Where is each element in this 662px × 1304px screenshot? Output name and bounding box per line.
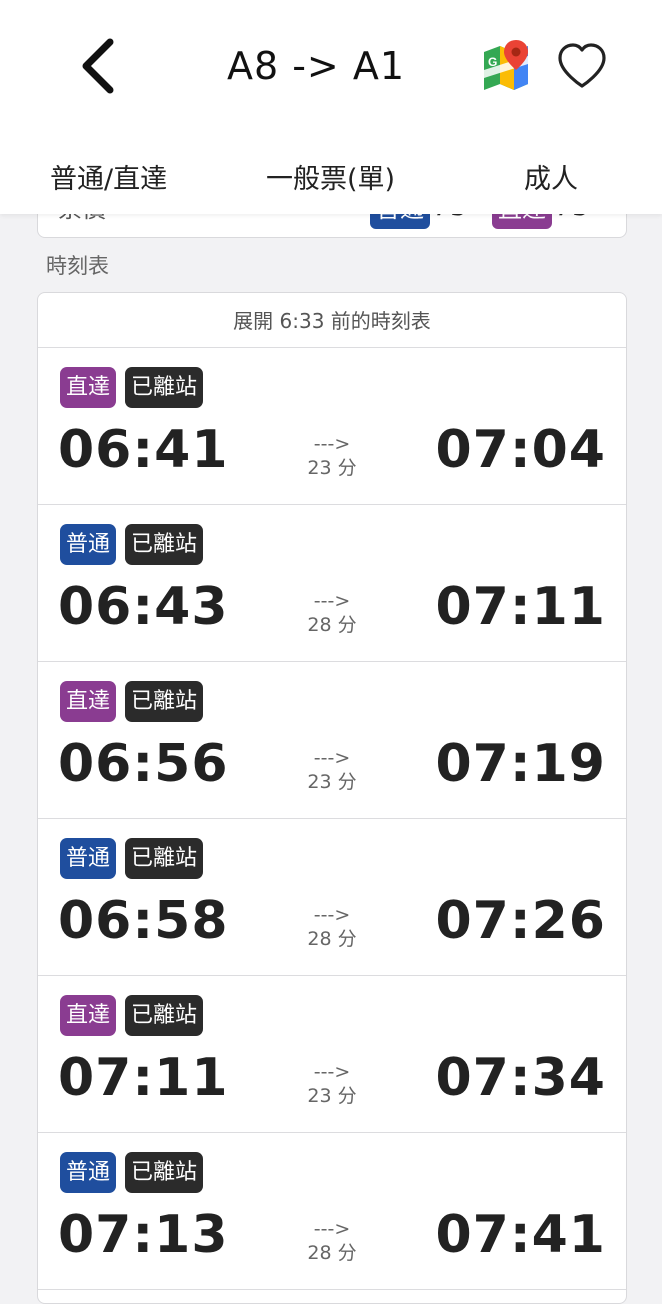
arrow-glyph: ---> (313, 1061, 351, 1083)
trip-duration: 28 分 (307, 1242, 357, 1264)
arrow-glyph: ---> (313, 904, 351, 926)
train-type-badge: 普通 (60, 838, 117, 879)
arrival-time: 07:34 (435, 1048, 606, 1108)
train-type-badge: 普通 (60, 1152, 117, 1193)
expand-earlier-button[interactable]: 展開 6:33 前的時刻表 (38, 293, 626, 348)
trip-row[interactable]: 直達 已離站 06:56 ---> 23 分 07:19 (38, 662, 626, 819)
status-badge: 已離站 (125, 367, 204, 408)
status-badge: 已離站 (125, 681, 204, 722)
trip-duration: 23 分 (307, 457, 357, 479)
google-maps-button[interactable]: G (478, 38, 534, 94)
arrival-time: 07:19 (435, 734, 606, 794)
filter-bar: 普通/直達 一般票(單) 成人 (0, 150, 662, 210)
arrival-time: 07:26 (435, 891, 606, 951)
train-type-badge: 直達 (60, 367, 117, 408)
trip-row[interactable]: 普通 已離站 07:13 ---> 28 分 07:41 (38, 1133, 626, 1290)
svg-text:G: G (488, 55, 497, 69)
favorite-button[interactable] (552, 36, 612, 96)
passenger-type-filter[interactable]: 成人 (524, 150, 578, 210)
status-badge: 已離站 (125, 995, 204, 1036)
trip-duration: 28 分 (307, 614, 357, 636)
google-maps-icon: G (484, 40, 528, 90)
arrow-glyph: ---> (313, 590, 351, 612)
trip-row[interactable]: 直達 已離站 07:11 ---> 23 分 07:34 (38, 976, 626, 1133)
arrival-time: 07:41 (435, 1205, 606, 1265)
status-badge: 已離站 (125, 1152, 204, 1193)
trip-row[interactable]: 直達 已離站 06:41 ---> 23 分 07:04 (38, 348, 626, 505)
trip-row[interactable]: 普通 已離站 06:43 ---> 28 分 07:11 (38, 505, 626, 662)
departure-time: 07:11 (58, 1048, 229, 1108)
train-type-filter[interactable]: 普通/直達 (50, 150, 167, 210)
app-header: A8 -> A1 G 普通/直達 一般票(單) 成人 (0, 0, 662, 214)
train-type-badge: 直達 (60, 681, 117, 722)
arrival-time: 07:04 (435, 420, 606, 480)
arrow-glyph: ---> (313, 1218, 351, 1240)
departure-time: 07:13 (58, 1205, 229, 1265)
trip-duration: 28 分 (307, 928, 357, 950)
chevron-left-icon (82, 38, 114, 94)
departure-time: 06:58 (58, 891, 229, 951)
departure-time: 06:43 (58, 577, 229, 637)
trip-duration: 23 分 (307, 1085, 357, 1107)
trip-duration: 23 分 (307, 771, 357, 793)
ticket-type-filter[interactable]: 一般票(單) (266, 150, 395, 210)
timetable-card: 展開 6:33 前的時刻表 直達 已離站 06:41 ---> 23 分 07:… (37, 292, 627, 1304)
status-badge: 已離站 (125, 524, 204, 565)
departure-time: 06:41 (58, 420, 229, 480)
train-type-badge: 普通 (60, 524, 117, 565)
status-badge: 已離站 (125, 838, 204, 879)
back-button[interactable] (70, 34, 126, 98)
arrow-glyph: ---> (313, 433, 351, 455)
trip-row[interactable]: 普通 已離站 06:58 ---> 28 分 07:26 (38, 819, 626, 976)
arrow-glyph: ---> (313, 747, 351, 769)
timetable-section-label: 時刻表 (46, 254, 109, 278)
departure-time: 06:56 (58, 734, 229, 794)
train-type-badge: 直達 (60, 995, 117, 1036)
page-title: A8 -> A1 (226, 44, 406, 88)
heart-outline-icon (558, 43, 606, 88)
arrival-time: 07:11 (435, 577, 606, 637)
